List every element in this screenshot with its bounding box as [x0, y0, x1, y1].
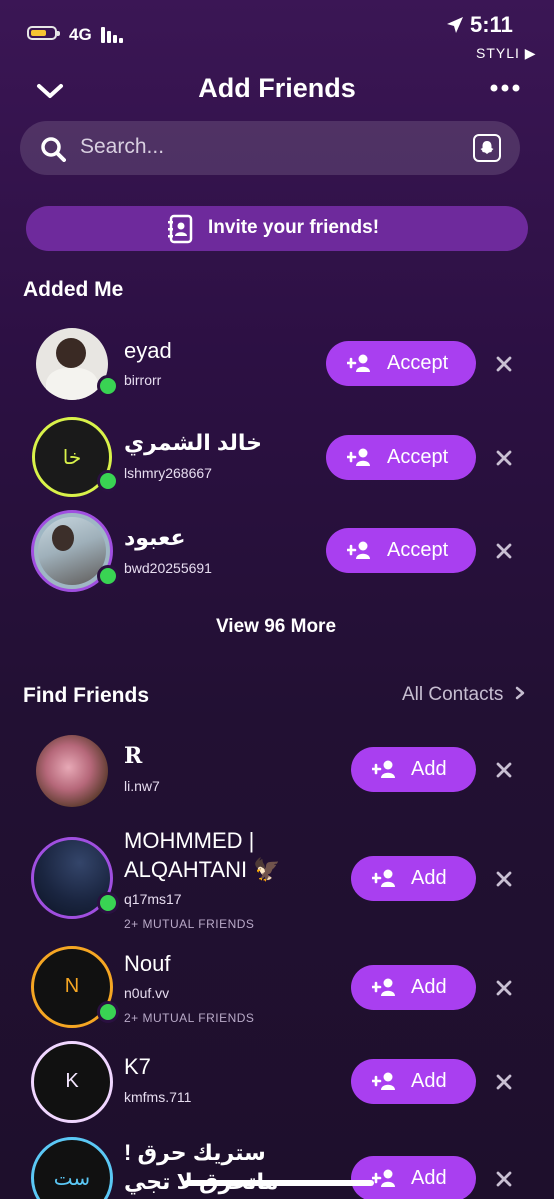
add-label: Add — [411, 758, 447, 780]
friend-request-row[interactable]: خا خالد الشمري lshmry268667 Accept — [0, 417, 554, 497]
signal-icon — [101, 27, 127, 43]
invite-label: Invite your friends! — [208, 217, 380, 238]
close-icon[interactable] — [496, 871, 512, 887]
online-indicator — [97, 470, 119, 492]
friend-username: bwd20255691 — [124, 560, 212, 576]
friend-username: lshmry268667 — [124, 465, 212, 481]
accept-button[interactable]: Accept — [326, 528, 476, 573]
friend-name: ستريك حرق !ماتحرق لا تجي — [124, 1140, 278, 1194]
chevron-right-icon — [515, 686, 524, 700]
friend-request-row[interactable]: ععبود bwd20255691 Accept — [0, 510, 554, 592]
avatar-initials: K — [65, 1070, 79, 1092]
add-friend-icon — [347, 354, 370, 372]
contacts-book-icon — [168, 214, 193, 244]
status-bar: 4G 5:11 STYLI ▶ — [0, 0, 554, 68]
accept-button[interactable]: Accept — [326, 435, 476, 480]
avatar-initials: ست — [53, 1168, 91, 1190]
friend-name: eyad — [124, 338, 172, 363]
add-button[interactable]: Add — [351, 1059, 476, 1104]
add-label: Add — [411, 867, 447, 889]
friend-name: MOHMMED | ALQAHTANI 🦅 — [124, 828, 281, 882]
section-title-added-me: Added Me — [23, 278, 124, 301]
location-arrow-icon — [447, 17, 463, 33]
snapcode-scan-button[interactable] — [473, 134, 501, 162]
friend-name: Nouf — [124, 951, 171, 976]
close-icon[interactable] — [496, 762, 512, 778]
accept-label: Accept — [387, 352, 449, 374]
home-indicator[interactable] — [184, 1180, 374, 1186]
accept-label: Accept — [387, 539, 449, 561]
mutual-friends: 2+ MUTUAL FRIENDS — [124, 1011, 255, 1025]
friend-name: خالد الشمري — [124, 430, 262, 455]
friend-name: ععبود — [124, 525, 186, 550]
avatar: ست — [31, 1137, 113, 1199]
section-title-find-friends: Find Friends — [23, 684, 149, 707]
view-more-button[interactable]: View 96 More — [0, 616, 552, 638]
online-indicator — [97, 892, 119, 914]
add-friend-icon — [372, 869, 395, 887]
avatar-initials: خا — [62, 447, 82, 469]
friend-username: q17ms17 — [124, 891, 182, 907]
ghost-icon — [480, 141, 494, 154]
friend-username: birrorr — [124, 372, 162, 388]
battery-icon — [27, 26, 60, 40]
friend-request-row[interactable]: eyad birrorr Accept — [0, 325, 554, 401]
network-type: 4G — [69, 25, 92, 44]
mutual-friends: 2+ MUTUAL FRIENDS — [124, 917, 255, 931]
close-icon[interactable] — [496, 1074, 512, 1090]
friend-username: li.nw7 — [124, 778, 160, 794]
invite-friends-button[interactable]: Invite your friends! — [26, 206, 528, 251]
friend-name: K7 — [124, 1054, 151, 1079]
online-indicator — [97, 1001, 119, 1023]
back-to-app[interactable]: STYLI ▶ — [476, 45, 537, 62]
search-icon — [41, 137, 66, 162]
accept-label: Accept — [387, 446, 449, 468]
friend-username: kmfms.711 — [124, 1089, 192, 1105]
search-input[interactable]: Search... — [80, 135, 164, 159]
add-friend-icon — [347, 448, 370, 466]
avatar — [36, 735, 108, 807]
close-icon[interactable] — [496, 450, 512, 466]
clock: 5:11 — [470, 12, 513, 37]
online-indicator — [97, 565, 119, 587]
add-friend-icon — [372, 1072, 395, 1090]
friend-name: R — [124, 743, 143, 769]
close-icon[interactable] — [496, 543, 512, 559]
add-friend-icon — [372, 978, 395, 996]
add-friend-icon — [372, 760, 395, 778]
add-friend-icon — [372, 1169, 395, 1187]
avatar: K — [31, 1041, 113, 1123]
suggested-friend-row[interactable]: ست ستريك حرق !ماتحرق لا تجي Add — [0, 1136, 554, 1199]
suggested-friend-row[interactable]: R li.nw7 Add — [0, 733, 554, 809]
suggested-friend-row[interactable]: N Nouf n0uf.vv 2+ MUTUAL FRIENDS Add — [0, 945, 554, 1029]
add-button[interactable]: Add — [351, 965, 476, 1010]
all-contacts-link[interactable]: All Contacts — [402, 684, 525, 706]
avatar-initials: N — [64, 975, 80, 997]
add-label: Add — [411, 1070, 447, 1092]
add-button[interactable]: Add — [351, 747, 476, 792]
suggested-friend-row[interactable]: MOHMMED | ALQAHTANI 🦅 q17ms17 2+ MUTUAL … — [0, 826, 554, 932]
add-button[interactable]: Add — [351, 1156, 476, 1199]
all-contacts-label: All Contacts — [402, 684, 504, 705]
page-title: Add Friends — [198, 73, 356, 103]
more-options-icon[interactable] — [490, 83, 520, 93]
search-bar[interactable]: Search... — [20, 121, 520, 175]
close-icon[interactable] — [496, 1171, 512, 1187]
close-icon[interactable] — [496, 980, 512, 996]
add-button[interactable]: Add — [351, 856, 476, 901]
add-label: Add — [411, 976, 447, 998]
add-label: Add — [411, 1167, 447, 1189]
online-indicator — [97, 375, 119, 397]
suggested-friend-row[interactable]: K K7 kmfms.711 Add — [0, 1040, 554, 1124]
friend-username: n0uf.vv — [124, 985, 170, 1001]
add-friend-icon — [347, 541, 370, 559]
close-icon[interactable] — [496, 356, 512, 372]
accept-button[interactable]: Accept — [326, 341, 476, 386]
